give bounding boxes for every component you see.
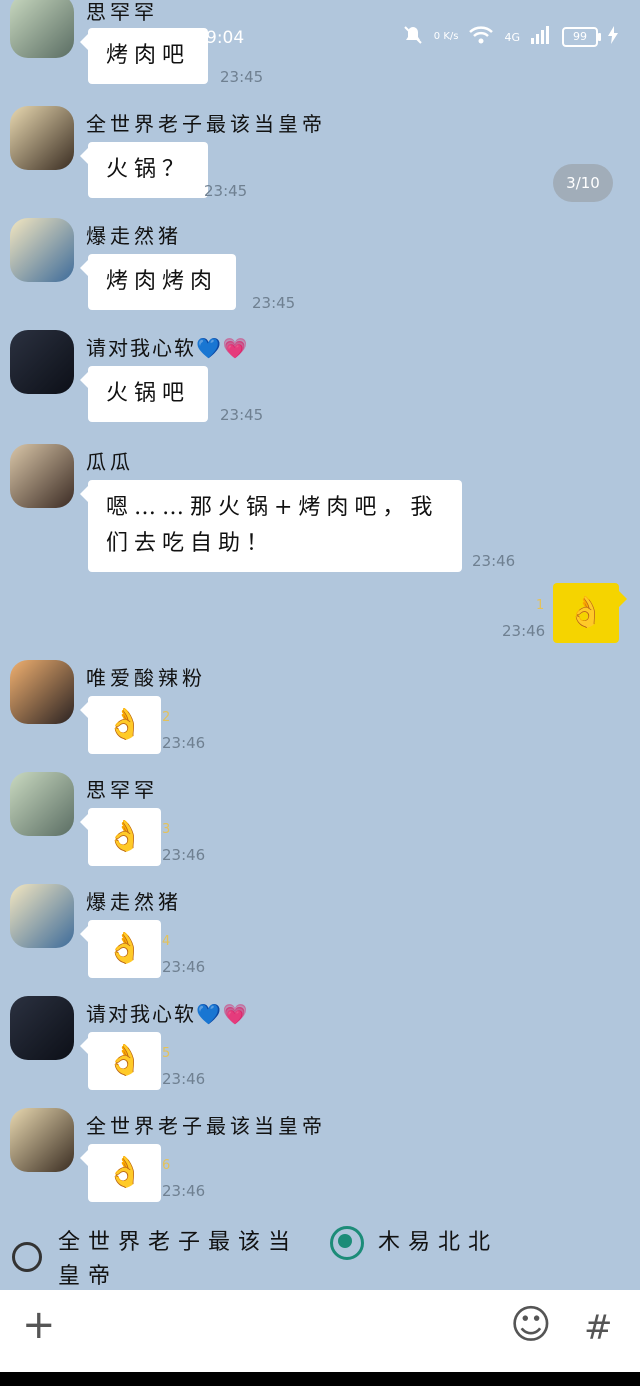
sender-name: 思罕罕 xyxy=(86,778,158,802)
message-time: 23:45 xyxy=(204,182,248,200)
sequence-number: 6 xyxy=(162,1158,171,1173)
sequence-number: 1 xyxy=(536,598,545,613)
mute-icon xyxy=(402,24,424,50)
sender-name: 爆走然猪 xyxy=(86,224,182,248)
poll-option-1-line: 全世界老子最该当 xyxy=(58,1230,299,1255)
battery-icon: 99 xyxy=(562,27,601,47)
message-time: 23:46 xyxy=(502,622,546,640)
avatar[interactable] xyxy=(10,660,74,724)
sender-name: 全世界老子最该当皇帝 xyxy=(86,1114,326,1138)
message-time: 23:46 xyxy=(162,958,206,976)
signal-icon xyxy=(530,26,552,48)
message-time: 23:46 xyxy=(162,1182,206,1200)
avatar[interactable] xyxy=(10,772,74,836)
sender-name: 请对我心软💙💗 xyxy=(86,336,250,360)
hash-icon[interactable]: # xyxy=(584,1308,613,1348)
avatar[interactable] xyxy=(10,106,74,170)
emoji-icon[interactable]: ☺ xyxy=(510,1302,552,1348)
input-bar: + ☺ # xyxy=(0,1290,640,1372)
sequence-number: 4 xyxy=(162,934,171,949)
message-bubble[interactable]: 烤肉烤肉 xyxy=(79,254,237,310)
avatar[interactable] xyxy=(10,996,74,1060)
avatar[interactable] xyxy=(10,218,74,282)
message-bubble[interactable]: 👌 xyxy=(79,696,162,754)
avatar[interactable] xyxy=(10,330,74,394)
self-message-bubble[interactable]: 👌 xyxy=(553,583,627,643)
avatar[interactable] xyxy=(10,1108,74,1172)
message-time: 23:46 xyxy=(162,1070,206,1088)
message-bubble[interactable]: 👌 xyxy=(79,808,162,866)
sequence-number: 2 xyxy=(162,710,171,725)
plus-icon[interactable]: + xyxy=(22,1302,56,1348)
poll-radio-option-2[interactable] xyxy=(330,1226,364,1260)
message-time: 23:46 xyxy=(162,846,206,864)
message-bubble[interactable]: 嗯……那火锅+烤肉吧，我 们去吃自助！ xyxy=(80,480,462,572)
poll-option-1-line: 皇帝 xyxy=(58,1264,119,1289)
avatar[interactable] xyxy=(10,884,74,948)
message-time: 23:45 xyxy=(220,406,264,424)
message-time: 23:45 xyxy=(220,68,264,86)
poll-options: 全世界老子最该当 皇帝 木易北北 xyxy=(0,1222,640,1290)
message-line: 嗯……那火锅+烤肉吧，我 xyxy=(106,495,439,520)
page-indicator[interactable]: 3/10 xyxy=(553,164,613,202)
sender-name: 思罕罕 xyxy=(86,0,158,24)
sequence-number: 3 xyxy=(162,822,171,837)
sender-name: 请对我心软💙💗 xyxy=(86,1002,250,1026)
poll-radio-option-1[interactable] xyxy=(12,1242,42,1272)
sequence-number: 5 xyxy=(162,1046,171,1061)
wifi-icon xyxy=(468,25,494,49)
message-line: 们去吃自助！ xyxy=(106,531,275,556)
sender-name: 全世界老子最该当皇帝 xyxy=(86,112,326,136)
poll-option-2-label[interactable]: 木易北北 xyxy=(378,1226,498,1260)
avatar[interactable] xyxy=(10,444,74,508)
avatar[interactable] xyxy=(10,0,74,58)
sender-name: 唯爱酸辣粉 xyxy=(86,666,206,690)
message-bubble[interactable]: 👌 xyxy=(79,1032,162,1090)
message-bubble[interactable]: 火锅？ xyxy=(79,142,209,198)
network-type: 4G xyxy=(504,30,520,44)
sender-name: 爆走然猪 xyxy=(86,890,182,914)
message-time: 23:45 xyxy=(252,294,296,312)
message-bubble[interactable]: 烤肉吧 xyxy=(79,28,209,84)
status-time: 9:04 xyxy=(206,28,245,48)
message-bubble[interactable]: 👌 xyxy=(79,1144,162,1202)
charging-icon xyxy=(608,26,618,48)
net-speed: 0 K/s xyxy=(433,31,459,42)
message-time: 23:46 xyxy=(162,734,206,752)
sender-name: 瓜瓜 xyxy=(86,450,134,474)
message-bubble[interactable]: 👌 xyxy=(79,920,162,978)
navigation-bar xyxy=(0,1372,640,1386)
poll-option-1-label[interactable]: 全世界老子最该当 皇帝 xyxy=(58,1226,318,1294)
message-time: 23:46 xyxy=(472,552,516,570)
message-bubble[interactable]: 火锅吧 xyxy=(79,366,209,422)
